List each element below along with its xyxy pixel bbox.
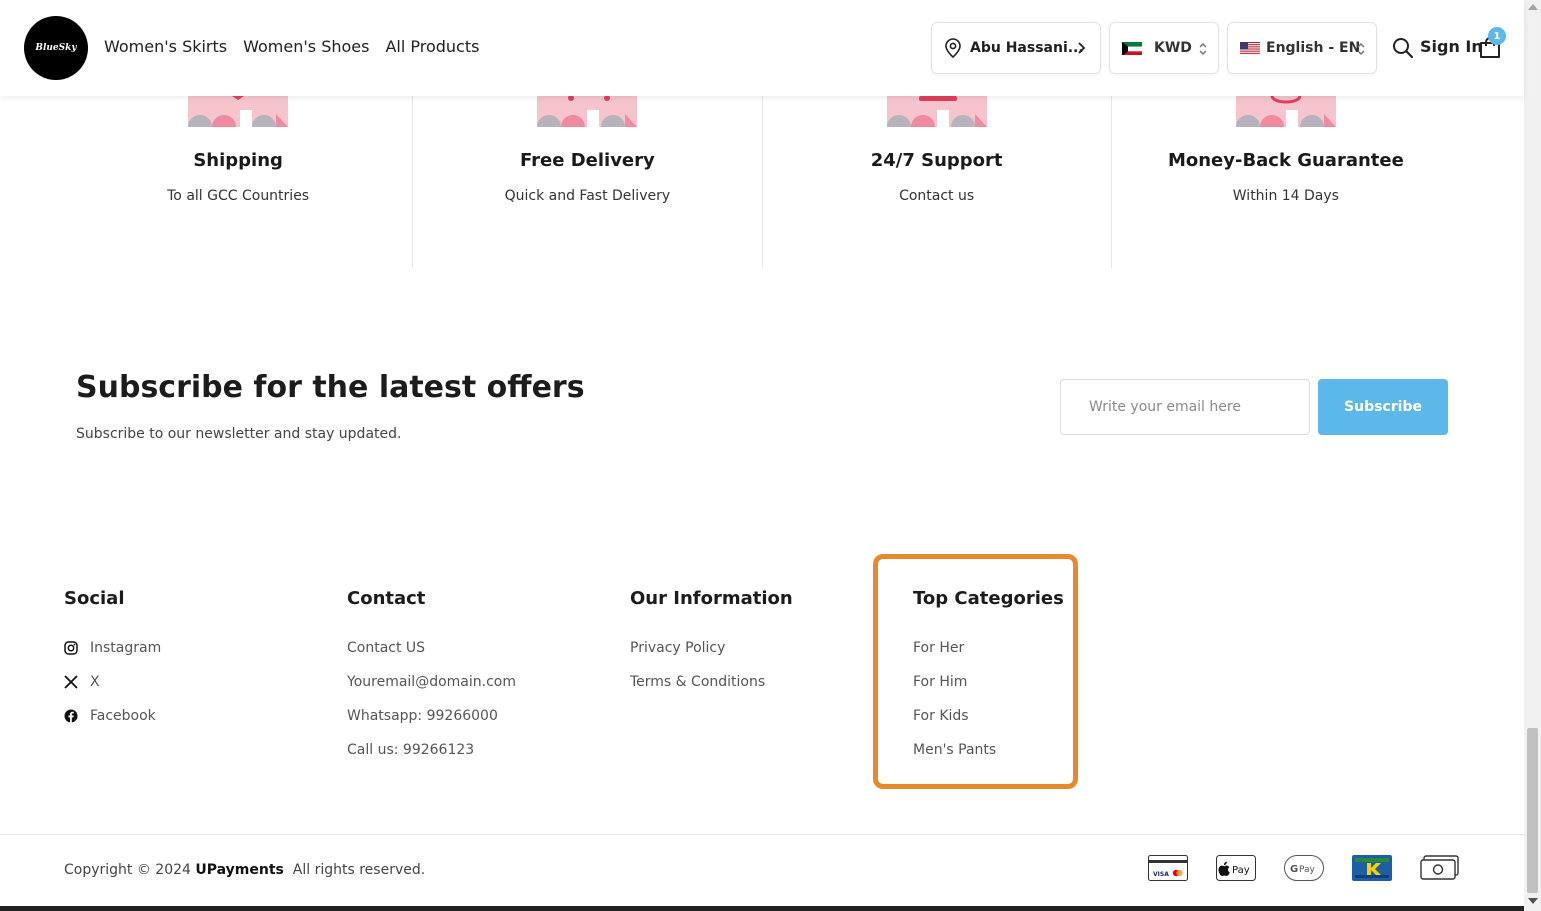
visa-mastercard-icon: VISA: [1148, 855, 1188, 881]
feature-free-delivery: Free Delivery Quick and Fast Delivery: [412, 96, 761, 268]
scroll-up-arrow-icon[interactable]: [1528, 4, 1538, 10]
email-input[interactable]: [1060, 379, 1310, 435]
social-link-instagram[interactable]: Instagram: [64, 631, 161, 665]
cash-icon: [1420, 855, 1459, 880]
svg-text:VISA: VISA: [1153, 871, 1169, 878]
nav-womens-skirts[interactable]: Women's Skirts: [104, 37, 227, 56]
email-link[interactable]: Youremail@domain.com: [347, 665, 516, 699]
shipping-illustration-icon: [188, 96, 289, 127]
currency-label: KWD: [1154, 40, 1192, 56]
logo[interactable]: BlueSky: [24, 16, 88, 80]
location-pin-icon: [945, 38, 961, 58]
x-icon: [64, 675, 78, 689]
footer-social-column: Social Instagram X Facebook: [64, 588, 161, 733]
scrollbar-thumb[interactable]: [1527, 728, 1538, 893]
whatsapp-link[interactable]: Whatsapp: 99266000: [347, 699, 516, 733]
copyright-text: Copyright © 2024 UPayments All rights re…: [64, 862, 426, 878]
terms-conditions-link[interactable]: Terms & Conditions: [630, 665, 793, 699]
brand-name: UPayments: [195, 862, 284, 878]
chevron-updown-icon: [1357, 42, 1365, 56]
location-label: Abu Hassani...: [970, 40, 1084, 56]
social-link-facebook[interactable]: Facebook: [64, 699, 161, 733]
facebook-icon: [64, 709, 78, 723]
language-selector[interactable]: English - EN: [1227, 22, 1377, 74]
phone-link[interactable]: Call us: 99266123: [347, 733, 516, 767]
feature-subtitle: Within 14 Days: [1232, 188, 1339, 204]
svg-text:G: G: [1290, 864, 1298, 875]
footer-column-title: Our Information: [630, 588, 793, 609]
footer-divider: [0, 834, 1524, 835]
privacy-policy-link[interactable]: Privacy Policy: [630, 631, 793, 665]
social-link-x[interactable]: X: [64, 665, 161, 699]
feature-shipping: Shipping To all GCC Countries: [64, 96, 412, 268]
footer-column-title: Social: [64, 588, 125, 609]
chevron-updown-icon: [1199, 42, 1207, 56]
nav-all-products[interactable]: All Products: [385, 37, 479, 56]
delivery-illustration-icon: [537, 96, 638, 127]
us-flag-icon: [1240, 41, 1260, 55]
social-link-label: Facebook: [90, 708, 156, 724]
main-nav: Women's Skirts Women's Shoes All Product…: [104, 37, 479, 56]
features-strip: Shipping To all GCC Countries Free Deliv…: [64, 96, 1460, 268]
feature-title: 24/7 Support: [870, 150, 1003, 171]
feature-support: 24/7 Support Contact us: [761, 96, 1111, 268]
feature-money-back: Money-Back Guarantee Within 14 Days: [1110, 96, 1460, 268]
feature-subtitle: To all GCC Countries: [167, 188, 310, 204]
scroll-down-arrow-icon[interactable]: [1528, 898, 1538, 904]
currency-selector[interactable]: KWD: [1109, 22, 1219, 74]
highlight-box: [873, 554, 1078, 789]
footer-info-column: Our Information Privacy Policy Terms & C…: [630, 588, 793, 699]
site-header: BlueSky Women's Skirts Women's Shoes All…: [0, 0, 1524, 96]
subscribe-description: Subscribe to our newsletter and stay upd…: [76, 426, 402, 442]
page-bottom-bar: [0, 906, 1524, 911]
support-illustration-icon: [886, 96, 987, 127]
feature-subtitle: Quick and Fast Delivery: [504, 188, 671, 204]
sign-in-link[interactable]: Sign In: [1420, 37, 1483, 56]
knet-icon: [1352, 855, 1392, 881]
feature-title: Shipping: [193, 150, 283, 171]
apple-pay-icon: Pay: [1216, 855, 1256, 881]
search-icon[interactable]: [1392, 37, 1414, 59]
subscribe-title: Subscribe for the latest offers: [76, 370, 585, 405]
svg-text:Pay: Pay: [1299, 865, 1316, 875]
feature-title: Free Delivery: [520, 150, 655, 171]
kuwait-flag-icon: [1122, 41, 1142, 55]
language-label: English - EN: [1266, 40, 1361, 56]
social-link-label: X: [90, 674, 100, 690]
social-link-label: Instagram: [90, 640, 162, 656]
google-pay-icon: G Pay: [1284, 855, 1324, 881]
feature-title: Money-Back Guarantee: [1167, 150, 1404, 171]
contact-us-link[interactable]: Contact US: [347, 631, 516, 665]
subscribe-button[interactable]: Subscribe: [1318, 379, 1448, 435]
footer-contact-column: Contact Contact US Youremail@domain.com …: [347, 588, 516, 767]
location-selector[interactable]: Abu Hassani...: [931, 22, 1101, 74]
svg-text:Pay: Pay: [1232, 865, 1250, 876]
money-back-illustration-icon: [1235, 96, 1336, 127]
footer-column-title: Contact: [347, 588, 426, 609]
feature-subtitle: Contact us: [899, 188, 975, 204]
cart-count-badge: 1: [1488, 27, 1506, 45]
chevron-right-icon: [1078, 42, 1086, 54]
nav-womens-shoes[interactable]: Women's Shoes: [243, 37, 369, 56]
instagram-icon: [64, 641, 78, 655]
